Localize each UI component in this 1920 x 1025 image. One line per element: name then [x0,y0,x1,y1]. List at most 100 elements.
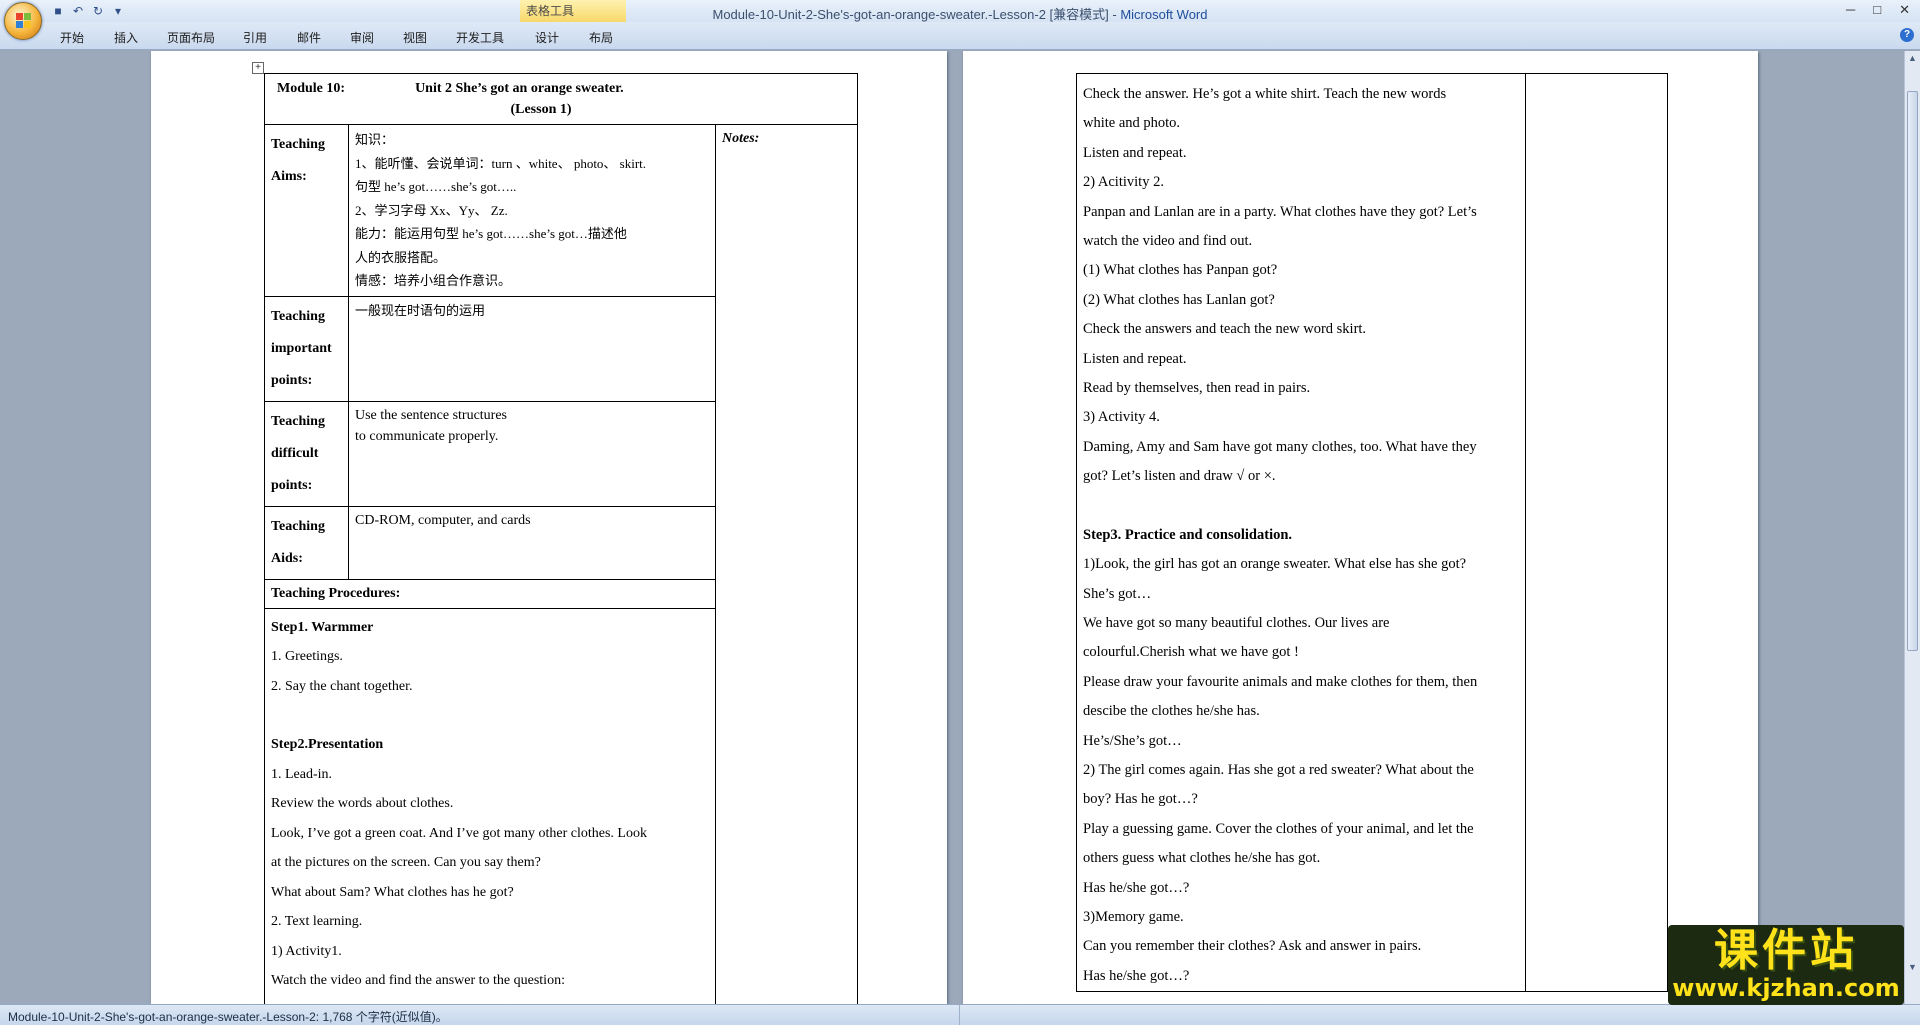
procedure-line: (1) What clothes has Panpan got? [1083,262,1278,279]
procedure-line: Watch the video and find the answer to t… [271,973,565,988]
aids-label: Teaching Aids: [264,505,349,580]
procedure-line: Check the answer. He’s got a white shirt… [1083,86,1447,102]
lesson-plan-table-continued: Check the answer. He’s got a white shirt… [1075,72,1668,993]
difficult-points-label: Teaching difficult points: [264,400,349,507]
procedure-line: 1. Greetings. [271,649,343,664]
procedure-line: 2) Acitivity 2. [1083,174,1164,191]
procedure-line: 3)Memory game. [1083,908,1184,925]
save-icon[interactable]: ■ [50,3,66,19]
procedure-line: Read by themselves, then read in pairs. [1083,380,1311,397]
procedure-line: white and photo. [1083,115,1181,132]
procedure-line: descibe the clothes he/she has. [1083,703,1260,720]
help-icon[interactable]: ? [1900,28,1914,42]
window-title: Module-10-Unit-2-She's-got-an-orange-swe… [0,4,1920,23]
tab-mailings[interactable]: 邮件 [297,29,321,46]
procedure-line: Play a guessing game. Cover the clothes … [1083,820,1474,837]
procedure-line: others guess what clothes he/she has got… [1083,850,1321,867]
aims-content: 知识： 1、能听懂、会说单词：turn 、white、 photo、 skirt… [348,124,716,297]
procedure-line: Has he/she got…? [1083,879,1190,896]
procedure-line: 1)Look, the girl has got an orange sweat… [1083,556,1467,573]
scroll-down-icon[interactable]: ▼ [1907,962,1918,974]
maximize-icon[interactable]: □ [1873,2,1881,18]
procedure-line: 3) Activity 4. [1083,409,1160,426]
procedure-line: He’s/She’s got… [1083,732,1182,749]
tab-view[interactable]: 视图 [403,29,427,46]
procedure-line: (2) What clothes has Lanlan got? [1083,291,1275,308]
window-controls: ─ □ ✕ [1846,2,1910,18]
procedure-line: colourful.Cherish what we have got ! [1083,644,1299,661]
quick-access-toolbar: ■ ↶ ↻ ▾ [50,3,126,19]
procedures-continued: Check the answer. He’s got a white shirt… [1075,72,1527,993]
tab-design[interactable]: 设计 [535,29,559,46]
procedure-line: Check the answers and teach the new word… [1083,321,1367,338]
customize-icon[interactable]: ▾ [110,3,126,19]
status-text: Module-10-Unit-2-She's-got-an-orange-swe… [8,1010,448,1024]
procedure-line: watch the video and find out. [1083,233,1253,250]
procedure-line: She’s got… [1083,585,1152,602]
tab-page-layout[interactable]: 页面布局 [167,29,215,46]
procedure-line: 1. Lead-in. [271,766,333,782]
scrollbar-thumb[interactable] [1907,91,1918,651]
tab-developer[interactable]: 开发工具 [456,29,504,46]
ribbon-tabs: 开始 插入 页面布局 引用 邮件 审阅 视图 开发工具 设计 布局 ? [0,22,1920,50]
important-points-content: 一般现在时语句的运用 [348,295,716,402]
app-name: Microsoft Word [1120,7,1208,22]
module-label: Module 10: [277,81,346,96]
undo-icon[interactable]: ↶ [70,3,86,19]
aids-content: CD-ROM, computer, and cards [348,505,716,580]
procedure-line: Listen and repeat. [1083,350,1187,367]
lesson-label: (Lesson 1) [510,102,572,117]
procedure-line: 2. Text learning. [271,914,363,929]
procedure-line: Daming, Amy and Sam have got many clothe… [1083,438,1477,455]
procedure-line: boy? Has he got…? [1083,791,1198,808]
tab-home[interactable]: 开始 [60,29,84,46]
logo-url: www.kjzhan.com [1672,974,1900,1002]
procedure-line: Has he/she got…? [1083,967,1190,984]
close-icon[interactable]: ✕ [1899,2,1910,18]
procedure-line: We have got so many beautiful clothes. O… [1083,614,1390,631]
procedure-line: Step2.Presentation [271,737,384,752]
procedure-line: Can you remember their clothes? Ask and … [1083,938,1422,955]
notes-column: Notes: [715,124,858,1025]
unit-title: Unit 2 She’s got an orange sweater. [415,81,624,96]
procedure-line [1083,492,1519,521]
office-button[interactable] [4,2,42,40]
procedure-line: at the pictures on the screen. Can you s… [271,855,541,870]
procedure-line [271,701,709,730]
logo-text: 课件站 [1714,925,1858,976]
procedure-line: Review the words about clothes. [271,796,454,811]
procedure-line: 1) Activity1. [271,943,342,959]
kjzhan-logo: 课件站 www.kjzhan.com [1668,925,1904,1005]
table-move-handle-icon[interactable]: + [252,62,264,74]
procedure-line: Look, I’ve got a green coat. And I’ve go… [271,825,647,841]
tab-insert[interactable]: 插入 [114,29,138,46]
procedures-label: Teaching Procedures: [264,578,716,609]
scroll-up-icon[interactable]: ▲ [1907,53,1918,65]
procedure-line: Step1. Warmmer [271,619,374,635]
header-cell: Module 10: Unit 2 She’s got an orange swe… [264,73,858,125]
redo-icon[interactable]: ↻ [90,3,106,19]
aims-label: Teaching Aims: [264,124,349,297]
document-title: Module-10-Unit-2-She's-got-an-orange-swe… [712,7,1121,22]
procedures-content: Step1. Warmmer 1. Greetings. 2. Say the ch… [264,607,716,1025]
title-bar: 表格工具 Module-10-Unit-2-She's-got-an-orang… [0,0,1920,22]
lesson-plan-table: Module 10: Unit 2 She’s got an orange swe… [264,73,858,1025]
difficult-points-content: Use the sentence structures to communica… [348,400,716,507]
tab-references[interactable]: 引用 [243,29,267,46]
status-bar: Module-10-Unit-2-She's-got-an-orange-swe… [0,1004,1920,1025]
important-points-label: Teaching important points: [264,295,349,402]
vertical-scrollbar[interactable]: ▲ ▼ [1904,51,1920,1004]
procedure-line: got? Let’s listen and draw √ or ×. [1083,468,1276,485]
notes-label: Notes: [722,131,760,146]
office-logo-icon [16,13,32,29]
procedure-line: Please draw your favourite animals and m… [1083,673,1478,690]
procedure-line: Step3. Practice and consolidation. [1083,526,1293,543]
notes-column-continued [1525,72,1668,993]
tab-layout[interactable]: 布局 [589,29,613,46]
procedure-line: Listen and repeat. [1083,144,1187,161]
minimize-icon[interactable]: ─ [1846,2,1855,18]
procedure-line: 2. Say the chant together. [271,678,413,694]
tab-review[interactable]: 审阅 [350,29,374,46]
procedure-line: What about Sam? What clothes has he got? [271,884,514,900]
procedure-line: 2) The girl comes again. Has she got a r… [1083,761,1474,778]
